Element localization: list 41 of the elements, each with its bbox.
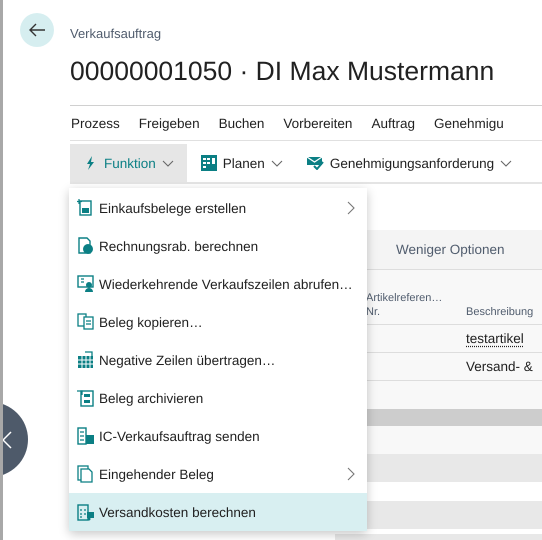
action-tab[interactable]: Prozess — [71, 116, 120, 131]
chevron-down-icon — [500, 160, 512, 166]
less-options-link[interactable]: Weniger Optionen — [396, 242, 505, 257]
action-tab[interactable]: Vorbereiten — [283, 116, 352, 131]
toolbar-button[interactable]: Genehmigungsanforderung — [292, 144, 522, 182]
page-title: 00000001050 · DI Max Mustermann — [70, 56, 496, 87]
menu-item[interactable]: Beleg archivieren — [69, 379, 367, 417]
toolbar-button[interactable]: Funktion — [70, 144, 187, 182]
menu-item[interactable]: Beleg kopieren… — [69, 303, 367, 341]
chevron-left-icon — [3, 430, 12, 448]
column-header[interactable]: Beschreibung — [466, 305, 534, 319]
menu-item[interactable]: Rechnungsrab. berechnen — [69, 227, 367, 265]
chevron-down-icon — [270, 160, 283, 166]
menu-item[interactable]: Negative Zeilen übertragen… — [69, 341, 367, 379]
calculator-truck-icon — [77, 503, 94, 521]
menu-item[interactable]: IC-Verkaufsauftrag senden — [69, 417, 367, 455]
calendar-person-icon — [77, 275, 94, 293]
copy-documents-icon — [77, 313, 94, 331]
table-cell: Versand- & — [466, 359, 533, 374]
table-icon — [77, 351, 94, 369]
menu-item[interactable]: Einkaufsbelege erstellen — [69, 189, 367, 227]
back-button[interactable] — [20, 13, 54, 47]
menu-item[interactable]: Eingehender Beleg — [69, 455, 367, 493]
action-tab[interactable]: Auftrag — [371, 116, 415, 131]
column-header[interactable]: Artikelreferen… Nr. — [366, 291, 466, 319]
envelope-check-icon — [306, 156, 324, 170]
grid-icon — [200, 155, 217, 171]
documents-icon — [77, 465, 94, 483]
toolbar-button[interactable]: Planen — [186, 144, 293, 182]
cabinet-icon — [77, 389, 94, 407]
action-tab[interactable]: Genehmigu — [434, 116, 504, 131]
menu-item[interactable]: Versandkosten berechnen — [69, 493, 367, 531]
description-link[interactable]: testartikel — [466, 331, 524, 346]
lightning-icon — [86, 156, 94, 170]
buildings-icon — [77, 427, 94, 445]
breadcrumb: Verkaufsauftrag — [70, 26, 162, 40]
action-tab[interactable]: Freigeben — [138, 116, 200, 131]
chevron-down-icon — [162, 160, 174, 166]
back-arrow-icon — [28, 23, 46, 37]
menu-item[interactable]: Wiederkehrende Verkaufszeilen abrufen… — [69, 265, 367, 303]
action-tab[interactable]: Buchen — [218, 116, 264, 131]
